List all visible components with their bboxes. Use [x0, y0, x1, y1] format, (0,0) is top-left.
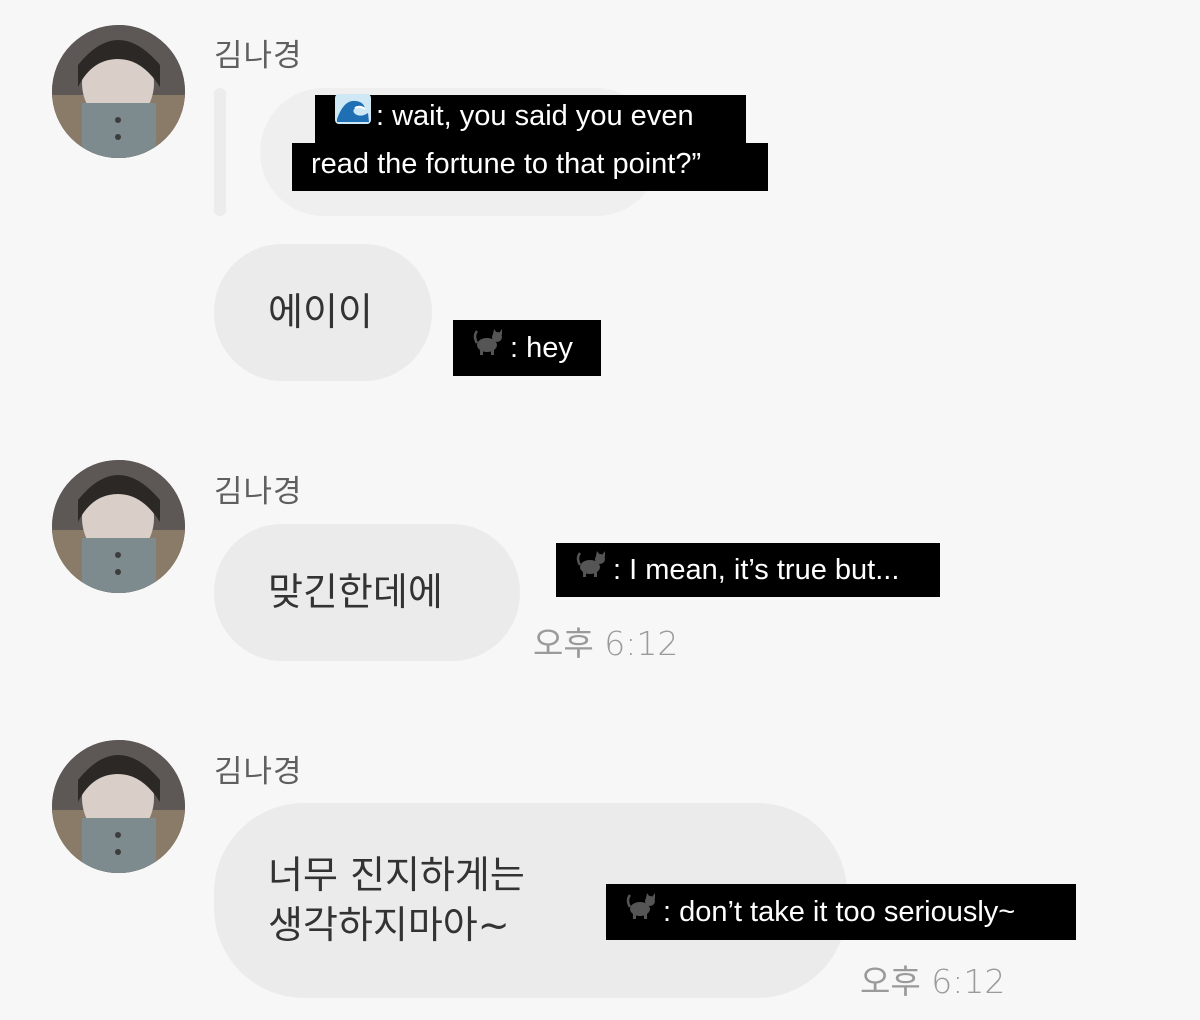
cat-icon	[575, 542, 609, 596]
message-bubble[interactable]: 맞긴한데에	[214, 524, 520, 661]
caption-text: : don’t take it too seriously~	[663, 896, 1016, 928]
caption-text: : hey	[510, 332, 573, 364]
sender-name: 김나경	[214, 754, 303, 790]
avatar[interactable]	[52, 460, 185, 593]
message-timestamp: 오후 6:12	[533, 624, 679, 663]
avatar[interactable]	[52, 740, 185, 873]
subtitle-caption-line2: read the fortune to that point?”	[292, 143, 768, 191]
subtitle-caption: : wait, you said you even	[315, 93, 746, 143]
caption-text: : I mean, it’s true but...	[613, 554, 900, 586]
message-bubble[interactable]: 에이이	[214, 244, 432, 381]
reply-indicator-bar	[214, 88, 226, 216]
sender-name: 김나경	[214, 474, 303, 510]
subtitle-caption: : don’t take it too seriously~	[606, 884, 1076, 940]
message-text: 에이이	[268, 289, 373, 334]
message-text: 너무 진지하게는 생각하지마아~	[268, 853, 525, 947]
caption-text: : wait, you said you even	[376, 100, 694, 132]
avatar[interactable]	[52, 25, 185, 158]
message-text: 맞긴한데에	[268, 569, 443, 614]
sender-name: 김나경	[214, 38, 303, 74]
caption-text: read the fortune to that point?”	[311, 148, 702, 180]
subtitle-caption: : I mean, it’s true but...	[556, 543, 940, 597]
cat-icon	[625, 883, 659, 939]
subtitle-caption: : hey	[453, 320, 601, 376]
wave-icon	[334, 93, 372, 139]
message-timestamp: 오후 6:12	[860, 962, 1006, 1001]
cat-icon	[472, 319, 506, 375]
